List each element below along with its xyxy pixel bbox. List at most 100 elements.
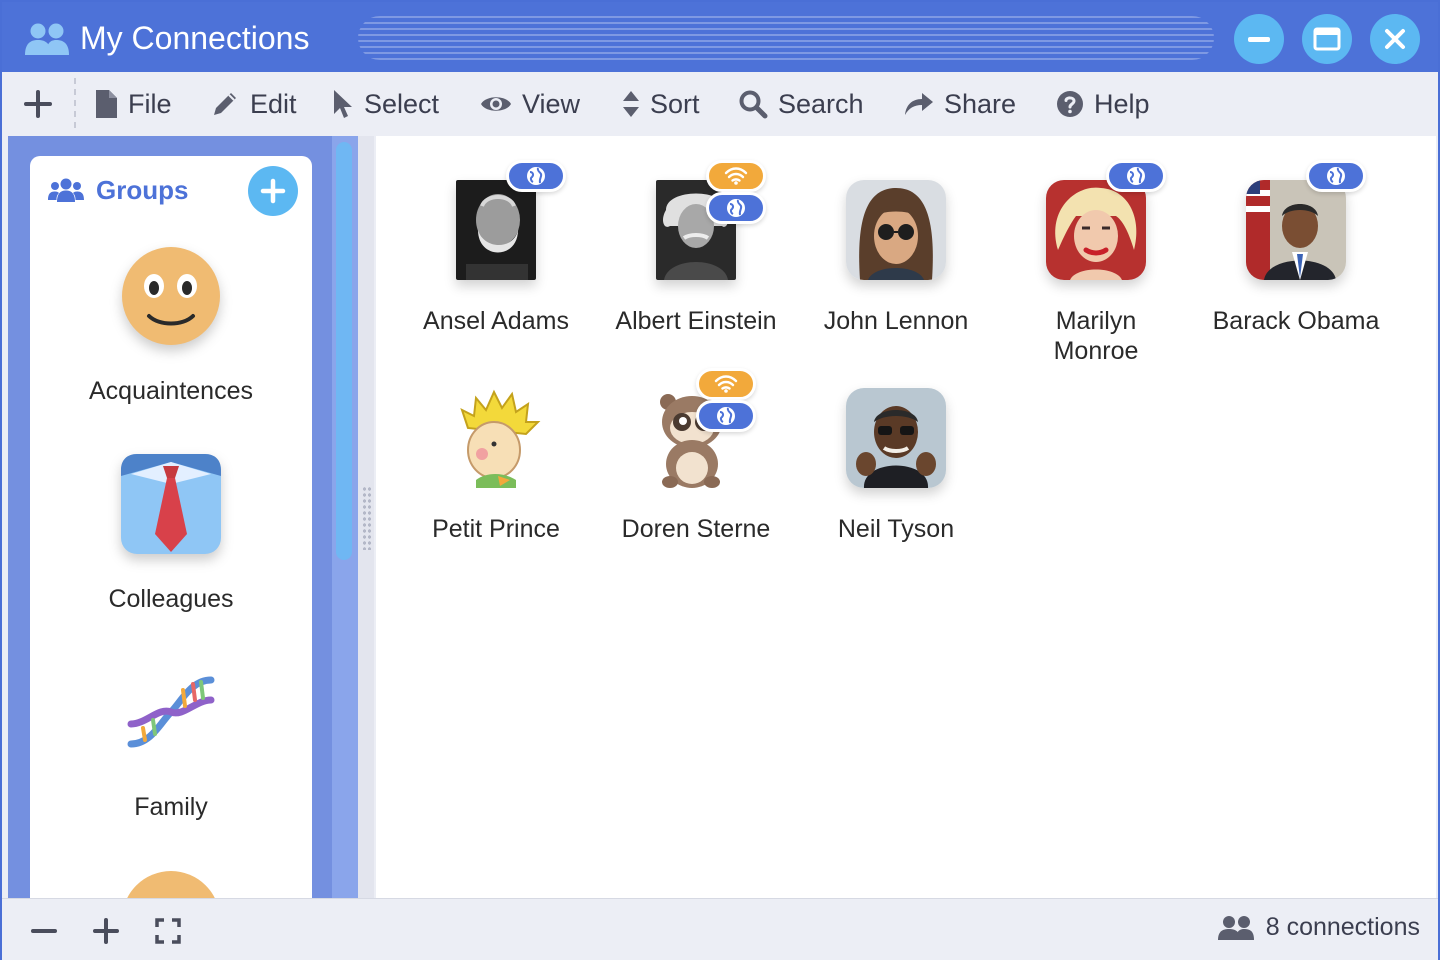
menu-sort[interactable]: Sort: [622, 86, 700, 122]
groups-title: Groups: [96, 174, 189, 205]
connection-ansel-adams[interactable]: Ansel Adams: [396, 160, 596, 336]
globe-icon: [717, 407, 735, 425]
connection-name: Doren Sterne: [621, 515, 771, 543]
group-item-family[interactable]: Family: [30, 662, 312, 822]
smiley-face-icon: [122, 247, 220, 345]
wifi-icon: [714, 375, 738, 393]
close-icon: [1385, 29, 1405, 49]
group-label: Acquaintences: [88, 377, 253, 405]
connection-count-label: 8 connections: [1265, 913, 1420, 941]
avatar: [656, 160, 766, 280]
connection-doren-sterne[interactable]: Doren Sterne: [596, 368, 796, 544]
group-label: Family: [134, 793, 208, 821]
group-item-partial[interactable]: [30, 870, 312, 898]
zoom-in-icon[interactable]: [92, 917, 120, 945]
pencil-icon: [214, 93, 236, 115]
group-item-colleagues[interactable]: Colleagues: [30, 454, 312, 614]
window-title: My Connections: [80, 20, 310, 56]
online-badge: [1106, 160, 1166, 192]
cursor-icon: [334, 90, 352, 118]
avatar: [646, 368, 756, 488]
menu-search[interactable]: Search: [738, 86, 864, 122]
menu-help[interactable]: Help: [1056, 86, 1150, 122]
app-window: My Connections File Edit Select View Sor…: [0, 0, 1440, 960]
connection-name: Barack Obama: [1212, 307, 1380, 335]
zoom-out-icon[interactable]: [30, 917, 58, 945]
plus-icon: [260, 178, 286, 204]
maximize-button[interactable]: [1302, 14, 1352, 64]
toolbar-divider: [74, 78, 76, 128]
smiley-face-icon: [127, 871, 215, 898]
wifi-badge: [706, 160, 766, 192]
avatar: [846, 180, 946, 280]
sort-icon: [623, 91, 639, 117]
menu-file[interactable]: File: [94, 86, 172, 122]
menu-edit[interactable]: Edit: [210, 86, 297, 122]
connection-albert-einstein[interactable]: Albert Einstein: [596, 160, 796, 336]
portrait-photo-icon: [1246, 180, 1346, 280]
online-badge: [696, 400, 756, 432]
help-icon: [1057, 91, 1083, 117]
avatar: [846, 388, 946, 488]
connection-count: 8 connections: [1217, 913, 1420, 942]
connection-marilyn-monroe[interactable]: Marilyn Monroe: [996, 160, 1196, 366]
dna-icon: [127, 676, 215, 748]
menu-view-label: View: [522, 88, 581, 119]
minimize-button[interactable]: [1234, 14, 1284, 64]
menu-help-label: Help: [1094, 88, 1150, 119]
group-label: Colleagues: [108, 585, 234, 613]
wifi-badge: [696, 368, 756, 400]
connection-john-lennon[interactable]: John Lennon: [796, 180, 996, 336]
globe-icon: [1127, 167, 1145, 185]
connection-name: Petit Prince: [432, 515, 560, 543]
portrait-photo-icon: [846, 388, 946, 488]
title-drag-grip[interactable]: [358, 16, 1214, 60]
connection-name: Ansel Adams: [423, 307, 569, 335]
connection-barack-obama[interactable]: Barack Obama: [1196, 160, 1396, 336]
menu-select-label: Select: [364, 88, 440, 119]
connection-petit-prince[interactable]: Petit Prince: [396, 388, 596, 544]
menu-share[interactable]: Share: [904, 86, 1016, 122]
wifi-icon: [724, 167, 748, 185]
portrait-photo-icon: [1046, 180, 1146, 280]
online-badge: [706, 192, 766, 224]
connection-name: Neil Tyson: [837, 515, 955, 543]
groups-header: Groups: [48, 172, 188, 208]
menu-select[interactable]: Select: [332, 86, 439, 122]
file-icon: [96, 90, 117, 118]
avatar: [1046, 160, 1166, 280]
menu-sort-label: Sort: [650, 88, 700, 119]
connection-name: John Lennon: [823, 307, 969, 335]
menu-file-label: File: [128, 88, 172, 119]
status-bar: 8 connections: [2, 898, 1438, 960]
toolbar: File Edit Select View Sort Search Share: [2, 72, 1438, 134]
globe-icon: [1327, 167, 1345, 185]
connection-neil-tyson[interactable]: Neil Tyson: [796, 388, 996, 544]
people-icon: [1217, 915, 1254, 940]
eye-icon: [481, 97, 511, 111]
groups-icon: [48, 178, 84, 202]
add-group-button[interactable]: [248, 166, 298, 216]
cartoon-prince-icon: [460, 389, 541, 488]
close-button[interactable]: [1370, 14, 1420, 64]
avatar: [456, 160, 566, 280]
maximize-icon: [1313, 27, 1341, 51]
fullscreen-icon[interactable]: [154, 917, 182, 945]
connection-name: Albert Einstein: [615, 307, 777, 335]
shirt-tie-icon: [121, 454, 221, 554]
plus-icon[interactable]: [22, 88, 54, 120]
splitter-grip[interactable]: [362, 486, 372, 550]
online-badge: [506, 160, 566, 192]
search-icon: [739, 90, 768, 119]
menu-view[interactable]: View: [480, 86, 580, 122]
groups-list: Groups Acquaintences Colleagues Family: [30, 156, 312, 898]
group-item-acquaintences[interactable]: Acquaintences: [30, 246, 312, 406]
portrait-photo-icon: [846, 180, 946, 280]
sidebar-scrollbar-thumb[interactable]: [336, 142, 352, 560]
title-bar[interactable]: My Connections: [2, 2, 1438, 72]
connections-grid: Ansel Adams Albert Einstein John Lennon …: [376, 136, 1436, 898]
menu-share-label: Share: [944, 88, 1017, 119]
minimize-icon: [1248, 37, 1270, 42]
globe-icon: [727, 199, 745, 217]
portrait-photo-icon: [456, 180, 536, 280]
